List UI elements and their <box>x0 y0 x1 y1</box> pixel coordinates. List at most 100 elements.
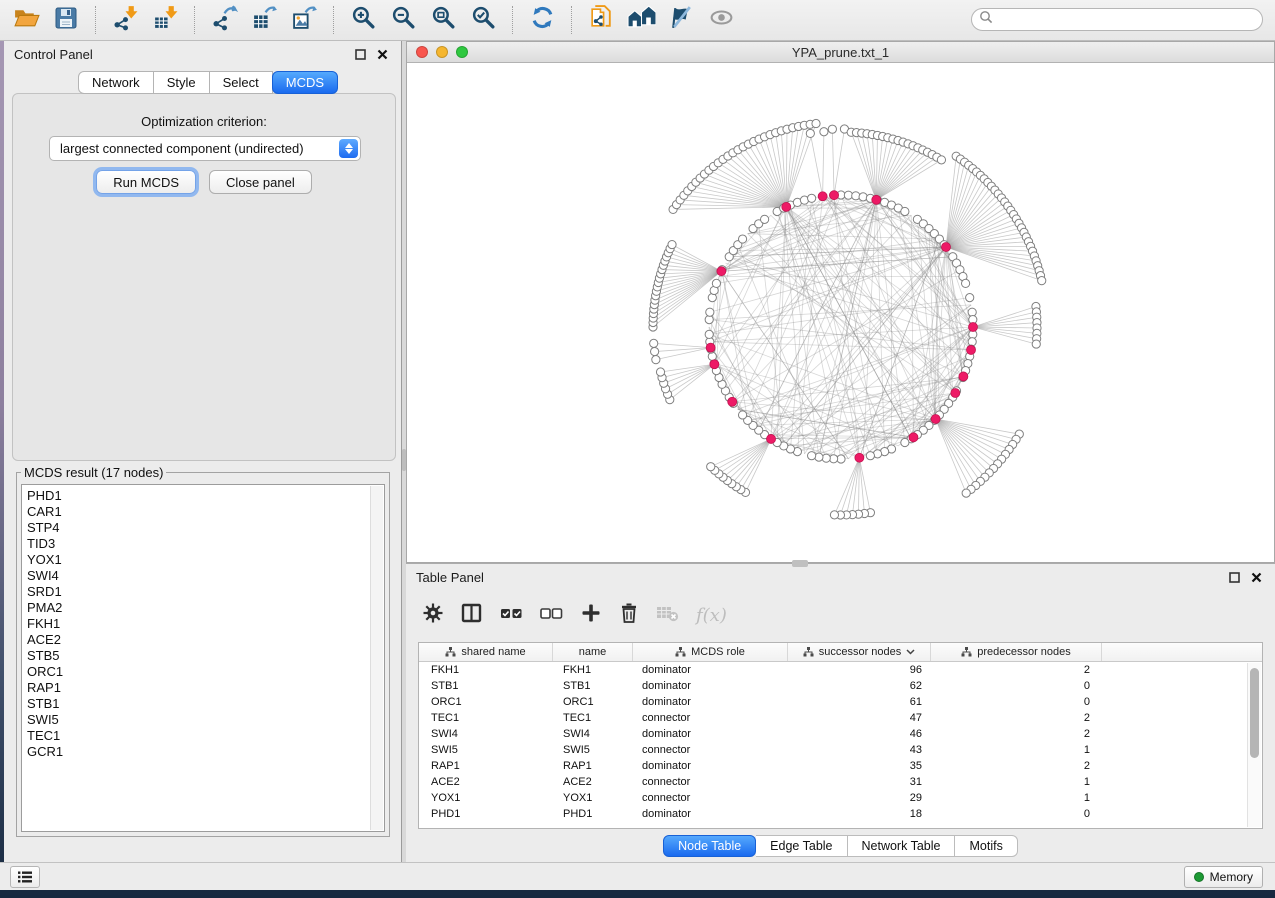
table-cell[interactable]: 35 <box>788 758 931 774</box>
table-cell[interactable]: connector <box>633 710 788 726</box>
table-cell[interactable]: STB1 <box>419 678 553 694</box>
table-row[interactable]: SWI4SWI4dominator462 <box>419 726 1262 742</box>
table-row[interactable]: YOX1YOX1connector291 <box>419 790 1262 806</box>
table-row[interactable]: TEC1TEC1connector472 <box>419 710 1262 726</box>
splitter-handle[interactable] <box>792 560 808 567</box>
column-header-mcds-role[interactable]: MCDS role <box>633 643 788 661</box>
column-header-predecessor-nodes[interactable]: predecessor nodes <box>931 643 1102 661</box>
table-cell[interactable]: YOX1 <box>553 790 633 806</box>
open-session-button[interactable] <box>6 3 46 37</box>
apply-layout-button[interactable] <box>522 3 562 37</box>
table-cell[interactable]: 1 <box>931 742 1102 758</box>
table-cell[interactable]: 47 <box>788 710 931 726</box>
mcds-result-item[interactable]: SWI4 <box>27 568 384 584</box>
mcds-result-item[interactable]: TEC1 <box>27 728 384 744</box>
search-input[interactable] <box>998 10 1262 29</box>
tab-mcds[interactable]: MCDS <box>272 71 338 94</box>
table-cell[interactable]: 62 <box>788 678 931 694</box>
import-network-button[interactable] <box>105 3 145 37</box>
table-options-button[interactable] <box>422 602 444 629</box>
scrollbar-thumb[interactable] <box>1250 668 1259 758</box>
zoom-in-button[interactable] <box>343 3 383 37</box>
select-all-button[interactable] <box>500 602 524 629</box>
tab-network[interactable]: Network <box>78 71 154 94</box>
table-cell[interactable]: 2 <box>931 662 1102 678</box>
mcds-result-item[interactable]: PMA2 <box>27 600 384 616</box>
tab-network-table[interactable]: Network Table <box>848 835 956 857</box>
search-field[interactable] <box>971 8 1263 31</box>
table-cell[interactable]: YOX1 <box>419 790 553 806</box>
mcds-result-item[interactable]: PHD1 <box>27 488 384 504</box>
tab-motifs[interactable]: Motifs <box>955 835 1017 857</box>
table-cell[interactable]: 0 <box>931 678 1102 694</box>
table-cell[interactable]: connector <box>633 774 788 790</box>
table-cell[interactable]: 18 <box>788 806 931 822</box>
table-row[interactable]: SWI5SWI5connector431 <box>419 742 1262 758</box>
maximize-window-icon[interactable] <box>456 46 468 58</box>
tab-select[interactable]: Select <box>210 71 273 94</box>
table-cell[interactable]: ACE2 <box>553 774 633 790</box>
table-cell[interactable]: TEC1 <box>419 710 553 726</box>
mcds-result-item[interactable]: TID3 <box>27 536 384 552</box>
table-row[interactable]: FKH1FKH1dominator962 <box>419 662 1262 678</box>
new-network-from-selection-button[interactable] <box>581 3 621 37</box>
table-cell[interactable]: 2 <box>931 758 1102 774</box>
table-cell[interactable]: 31 <box>788 774 931 790</box>
table-cell[interactable]: dominator <box>633 758 788 774</box>
memory-button[interactable]: Memory <box>1184 866 1263 888</box>
mcds-result-item[interactable]: FKH1 <box>27 616 384 632</box>
column-header-successor-nodes[interactable]: successor nodes <box>788 643 931 661</box>
column-header-name[interactable]: name <box>553 643 633 661</box>
table-row[interactable]: ACE2ACE2connector311 <box>419 774 1262 790</box>
table-cell[interactable]: 43 <box>788 742 931 758</box>
table-row[interactable]: RAP1RAP1dominator352 <box>419 758 1262 774</box>
task-history-button[interactable] <box>10 866 40 888</box>
mcds-result-item[interactable]: SWI5 <box>27 712 384 728</box>
table-cell[interactable]: TEC1 <box>553 710 633 726</box>
run-mcds-button[interactable]: Run MCDS <box>96 170 196 194</box>
table-cell[interactable]: 2 <box>931 710 1102 726</box>
table-scrollbar[interactable] <box>1247 663 1261 827</box>
float-window-icon[interactable] <box>351 46 369 62</box>
table-cell[interactable]: 46 <box>788 726 931 742</box>
first-neighbors-button[interactable] <box>621 3 661 37</box>
table-cell[interactable]: SWI4 <box>553 726 633 742</box>
network-graph[interactable] <box>407 63 1274 562</box>
table-cell[interactable]: ORC1 <box>553 694 633 710</box>
mcds-list-scrollbar[interactable] <box>370 486 383 830</box>
close-panel-icon[interactable] <box>373 46 391 62</box>
table-cell[interactable]: SWI5 <box>553 742 633 758</box>
table-cell[interactable]: 2 <box>931 726 1102 742</box>
float-window-icon[interactable] <box>1225 569 1243 585</box>
save-session-button[interactable] <box>46 3 86 37</box>
table-cell[interactable]: PHD1 <box>419 806 553 822</box>
table-cell[interactable]: 61 <box>788 694 931 710</box>
table-cell[interactable]: dominator <box>633 694 788 710</box>
table-cell[interactable]: 29 <box>788 790 931 806</box>
table-cell[interactable]: ACE2 <box>419 774 553 790</box>
show-columns-button[interactable] <box>460 602 484 629</box>
table-cell[interactable]: dominator <box>633 678 788 694</box>
import-table-button[interactable] <box>145 3 185 37</box>
table-row[interactable]: STB1STB1dominator620 <box>419 678 1262 694</box>
export-table-button[interactable] <box>244 3 284 37</box>
table-cell[interactable]: RAP1 <box>553 758 633 774</box>
optimization-criterion-select[interactable]: largest connected component (undirected) <box>49 136 361 161</box>
mcds-result-item[interactable]: STB5 <box>27 648 384 664</box>
close-window-icon[interactable] <box>416 46 428 58</box>
mcds-result-item[interactable]: ACE2 <box>27 632 384 648</box>
delete-column-button[interactable] <box>618 602 640 629</box>
zoom-selected-button[interactable] <box>463 3 503 37</box>
table-cell[interactable]: 0 <box>931 806 1102 822</box>
table-row[interactable]: ORC1ORC1dominator610 <box>419 694 1262 710</box>
column-header-shared-name[interactable]: shared name <box>419 643 553 661</box>
mcds-result-list[interactable]: PHD1CAR1STP4TID3YOX1SWI4SRD1PMA2FKH1ACE2… <box>21 484 385 832</box>
graphics-details-button[interactable] <box>661 3 701 37</box>
table-cell[interactable]: STB1 <box>553 678 633 694</box>
table-cell[interactable]: dominator <box>633 806 788 822</box>
mcds-result-item[interactable]: CAR1 <box>27 504 384 520</box>
close-panel-icon[interactable] <box>1247 569 1265 585</box>
table-cell[interactable]: dominator <box>633 726 788 742</box>
table-cell[interactable]: 96 <box>788 662 931 678</box>
mcds-result-item[interactable]: GCR1 <box>27 744 384 760</box>
